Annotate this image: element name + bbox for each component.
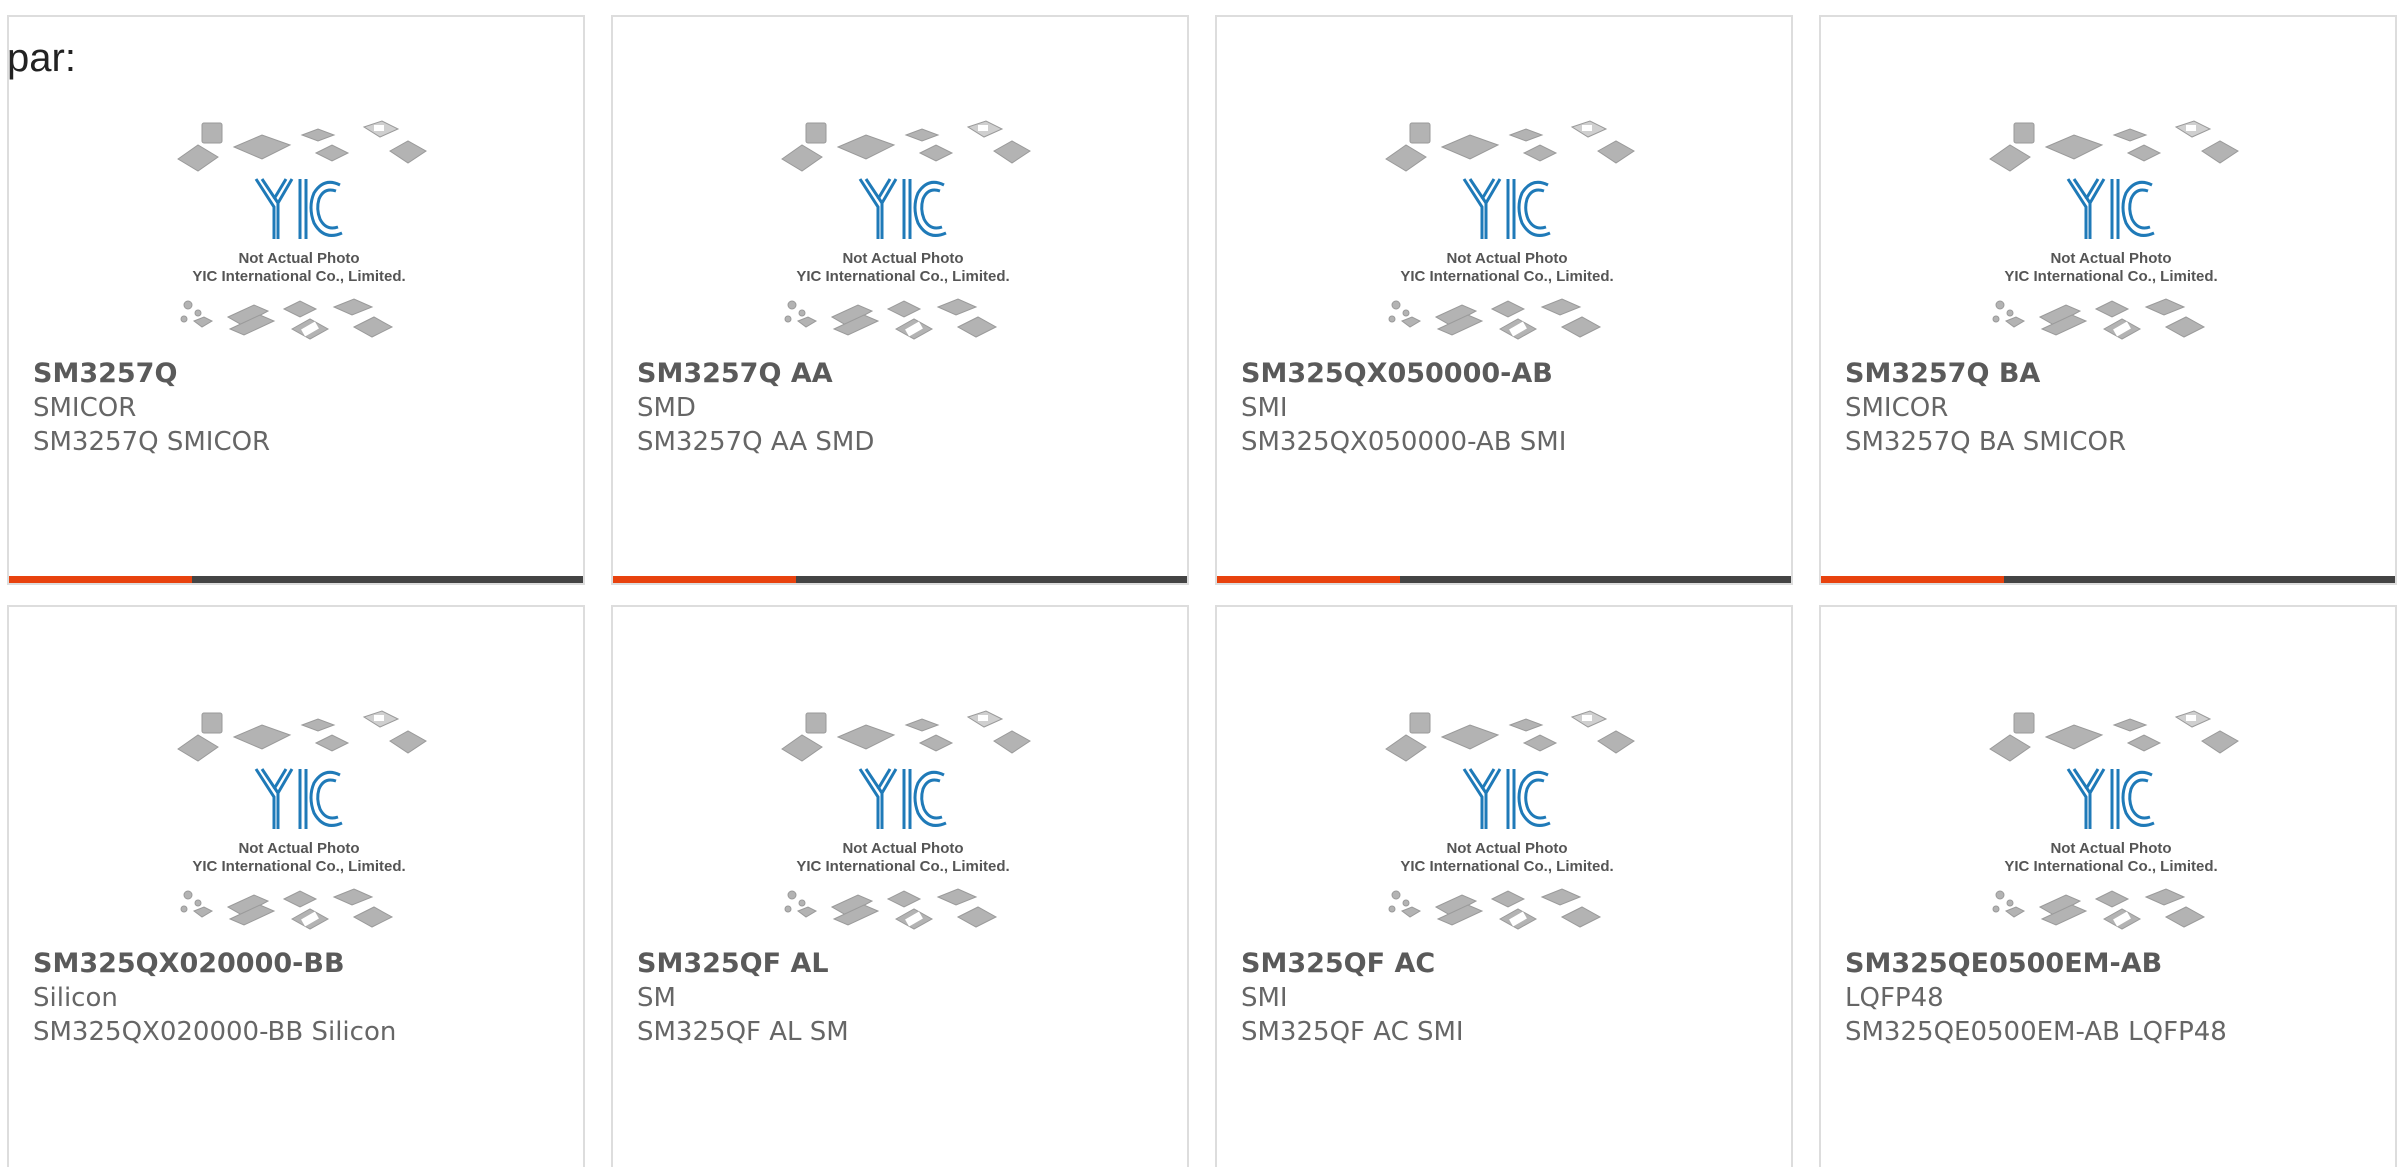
product-info: SM325QF AC SMI SM325QF AC SMI	[1241, 947, 1781, 1049]
part-number[interactable]: SM325QE0500EM-AB	[1845, 947, 2385, 981]
chip-icons-bottom	[180, 298, 394, 340]
manufacturer: Silicon	[33, 983, 118, 1013]
product-placeholder-image: Not Actual Photo YIC International Co., …	[781, 710, 1031, 930]
caption-line1: Not Actual Photo	[1446, 250, 1567, 267]
product-card-1[interactable]: Not Actual Photo YIC International Co., …	[7, 15, 585, 585]
card-progress-accent	[9, 576, 192, 583]
caption-line1: Not Actual Photo	[1446, 840, 1567, 857]
part-number[interactable]: SM325QX050000-AB	[1241, 357, 1781, 391]
caption-line1: Not Actual Photo	[2050, 840, 2171, 857]
product-card-8[interactable]: Not Actual Photo YIC International Co., …	[1819, 605, 2397, 1167]
product-description: SM325QF AC SMI	[1241, 1017, 1464, 1047]
product-description: SM3257Q AA SMD	[637, 427, 875, 457]
caption-line1: Not Actual Photo	[238, 250, 359, 267]
card-progress-accent	[1821, 576, 2004, 583]
chip-icons-bottom	[1388, 888, 1602, 930]
product-description: SM3257Q SMICOR	[33, 427, 271, 457]
product-card-6[interactable]: Not Actual Photo YIC International Co., …	[611, 605, 1189, 1167]
product-description: SM325QE0500EM-AB LQFP48	[1845, 1017, 2227, 1047]
manufacturer: SMICOR	[33, 393, 137, 423]
product-listing-page: par: Not Actual Photo YIC International …	[0, 0, 2400, 1167]
card-progress-bar	[1217, 576, 1791, 583]
caption-line2: YIC International Co., Limited.	[796, 858, 1009, 875]
chip-icons-top	[1385, 120, 1635, 172]
caption-line2: YIC International Co., Limited.	[192, 268, 405, 285]
product-info: SM325QX050000-AB SMI SM325QX050000-AB SM…	[1241, 357, 1781, 459]
part-number[interactable]: SM3257Q BA	[1845, 357, 2385, 391]
yic-logo	[2066, 178, 2155, 239]
card-progress-bar	[1821, 576, 2395, 583]
yic-logo	[2066, 768, 2155, 829]
chip-icons-top	[1385, 710, 1635, 762]
caption-line1: Not Actual Photo	[842, 840, 963, 857]
card-progress-bar	[9, 576, 583, 583]
product-placeholder-image: Not Actual Photo YIC International Co., …	[1989, 120, 2239, 340]
chip-icons-bottom	[1992, 298, 2206, 340]
product-info: SM3257Q BA SMICOR SM3257Q BA SMICOR	[1845, 357, 2385, 459]
chip-icons-bottom	[784, 298, 998, 340]
product-card-4[interactable]: Not Actual Photo YIC International Co., …	[1819, 15, 2397, 585]
manufacturer: LQFP48	[1845, 983, 1944, 1013]
product-description: SM325QX020000-BB Silicon	[33, 1017, 397, 1047]
part-number[interactable]: SM3257Q	[33, 357, 573, 391]
product-info: SM325QF AL SM SM325QF AL SM	[637, 947, 1177, 1049]
product-placeholder-image: Not Actual Photo YIC International Co., …	[177, 710, 427, 930]
chip-icons-top	[177, 710, 427, 762]
part-number[interactable]: SM3257Q AA	[637, 357, 1177, 391]
chip-icons-bottom	[1992, 888, 2206, 930]
page-label: par:	[7, 36, 76, 80]
product-card-3[interactable]: Not Actual Photo YIC International Co., …	[1215, 15, 1793, 585]
caption-line2: YIC International Co., Limited.	[2004, 858, 2217, 875]
caption-line2: YIC International Co., Limited.	[2004, 268, 2217, 285]
yic-logo	[858, 768, 947, 829]
yic-logo	[858, 178, 947, 239]
caption-line1: Not Actual Photo	[238, 840, 359, 857]
manufacturer: SMD	[637, 393, 696, 423]
part-number[interactable]: SM325QX020000-BB	[33, 947, 573, 981]
caption-line1: Not Actual Photo	[842, 250, 963, 267]
manufacturer: SMI	[1241, 983, 1288, 1013]
product-description: SM325QF AL SM	[637, 1017, 849, 1047]
product-card-5[interactable]: Not Actual Photo YIC International Co., …	[7, 605, 585, 1167]
yic-logo	[254, 768, 343, 829]
chip-icons-bottom	[784, 888, 998, 930]
caption-line2: YIC International Co., Limited.	[796, 268, 1009, 285]
caption-line2: YIC International Co., Limited.	[1400, 858, 1613, 875]
product-info: SM3257Q AA SMD SM3257Q AA SMD	[637, 357, 1177, 459]
chip-icons-bottom	[180, 888, 394, 930]
product-description: SM3257Q BA SMICOR	[1845, 427, 2127, 457]
product-info: SM3257Q SMICOR SM3257Q SMICOR	[33, 357, 573, 459]
product-placeholder-image: Not Actual Photo YIC International Co., …	[1385, 710, 1635, 930]
product-info: SM325QE0500EM-AB LQFP48 SM325QE0500EM-AB…	[1845, 947, 2385, 1049]
product-description: SM325QX050000-AB SMI	[1241, 427, 1567, 457]
yic-logo	[254, 178, 343, 239]
card-progress-bar	[613, 576, 1187, 583]
yic-logo	[1462, 768, 1551, 829]
chip-icons-top	[781, 120, 1031, 172]
caption-line1: Not Actual Photo	[2050, 250, 2171, 267]
product-placeholder-image: Not Actual Photo YIC International Co., …	[781, 120, 1031, 340]
manufacturer: SM	[637, 983, 676, 1013]
product-card-7[interactable]: Not Actual Photo YIC International Co., …	[1215, 605, 1793, 1167]
yic-logo	[1462, 178, 1551, 239]
caption-line2: YIC International Co., Limited.	[192, 858, 405, 875]
product-card-2[interactable]: Not Actual Photo YIC International Co., …	[611, 15, 1189, 585]
part-number[interactable]: SM325QF AL	[637, 947, 1177, 981]
product-placeholder-image: Not Actual Photo YIC International Co., …	[177, 120, 427, 340]
product-placeholder-image: Not Actual Photo YIC International Co., …	[1989, 710, 2239, 930]
card-progress-accent	[1217, 576, 1400, 583]
chip-icons-top	[781, 710, 1031, 762]
chip-icons-bottom	[1388, 298, 1602, 340]
manufacturer: SMICOR	[1845, 393, 1949, 423]
chip-icons-top	[177, 120, 427, 172]
product-info: SM325QX020000-BB Silicon SM325QX020000-B…	[33, 947, 573, 1049]
chip-icons-top	[1989, 710, 2239, 762]
manufacturer: SMI	[1241, 393, 1288, 423]
caption-line2: YIC International Co., Limited.	[1400, 268, 1613, 285]
chip-icons-top	[1989, 120, 2239, 172]
part-number[interactable]: SM325QF AC	[1241, 947, 1781, 981]
card-progress-accent	[613, 576, 796, 583]
product-placeholder-image: Not Actual Photo YIC International Co., …	[1385, 120, 1635, 340]
